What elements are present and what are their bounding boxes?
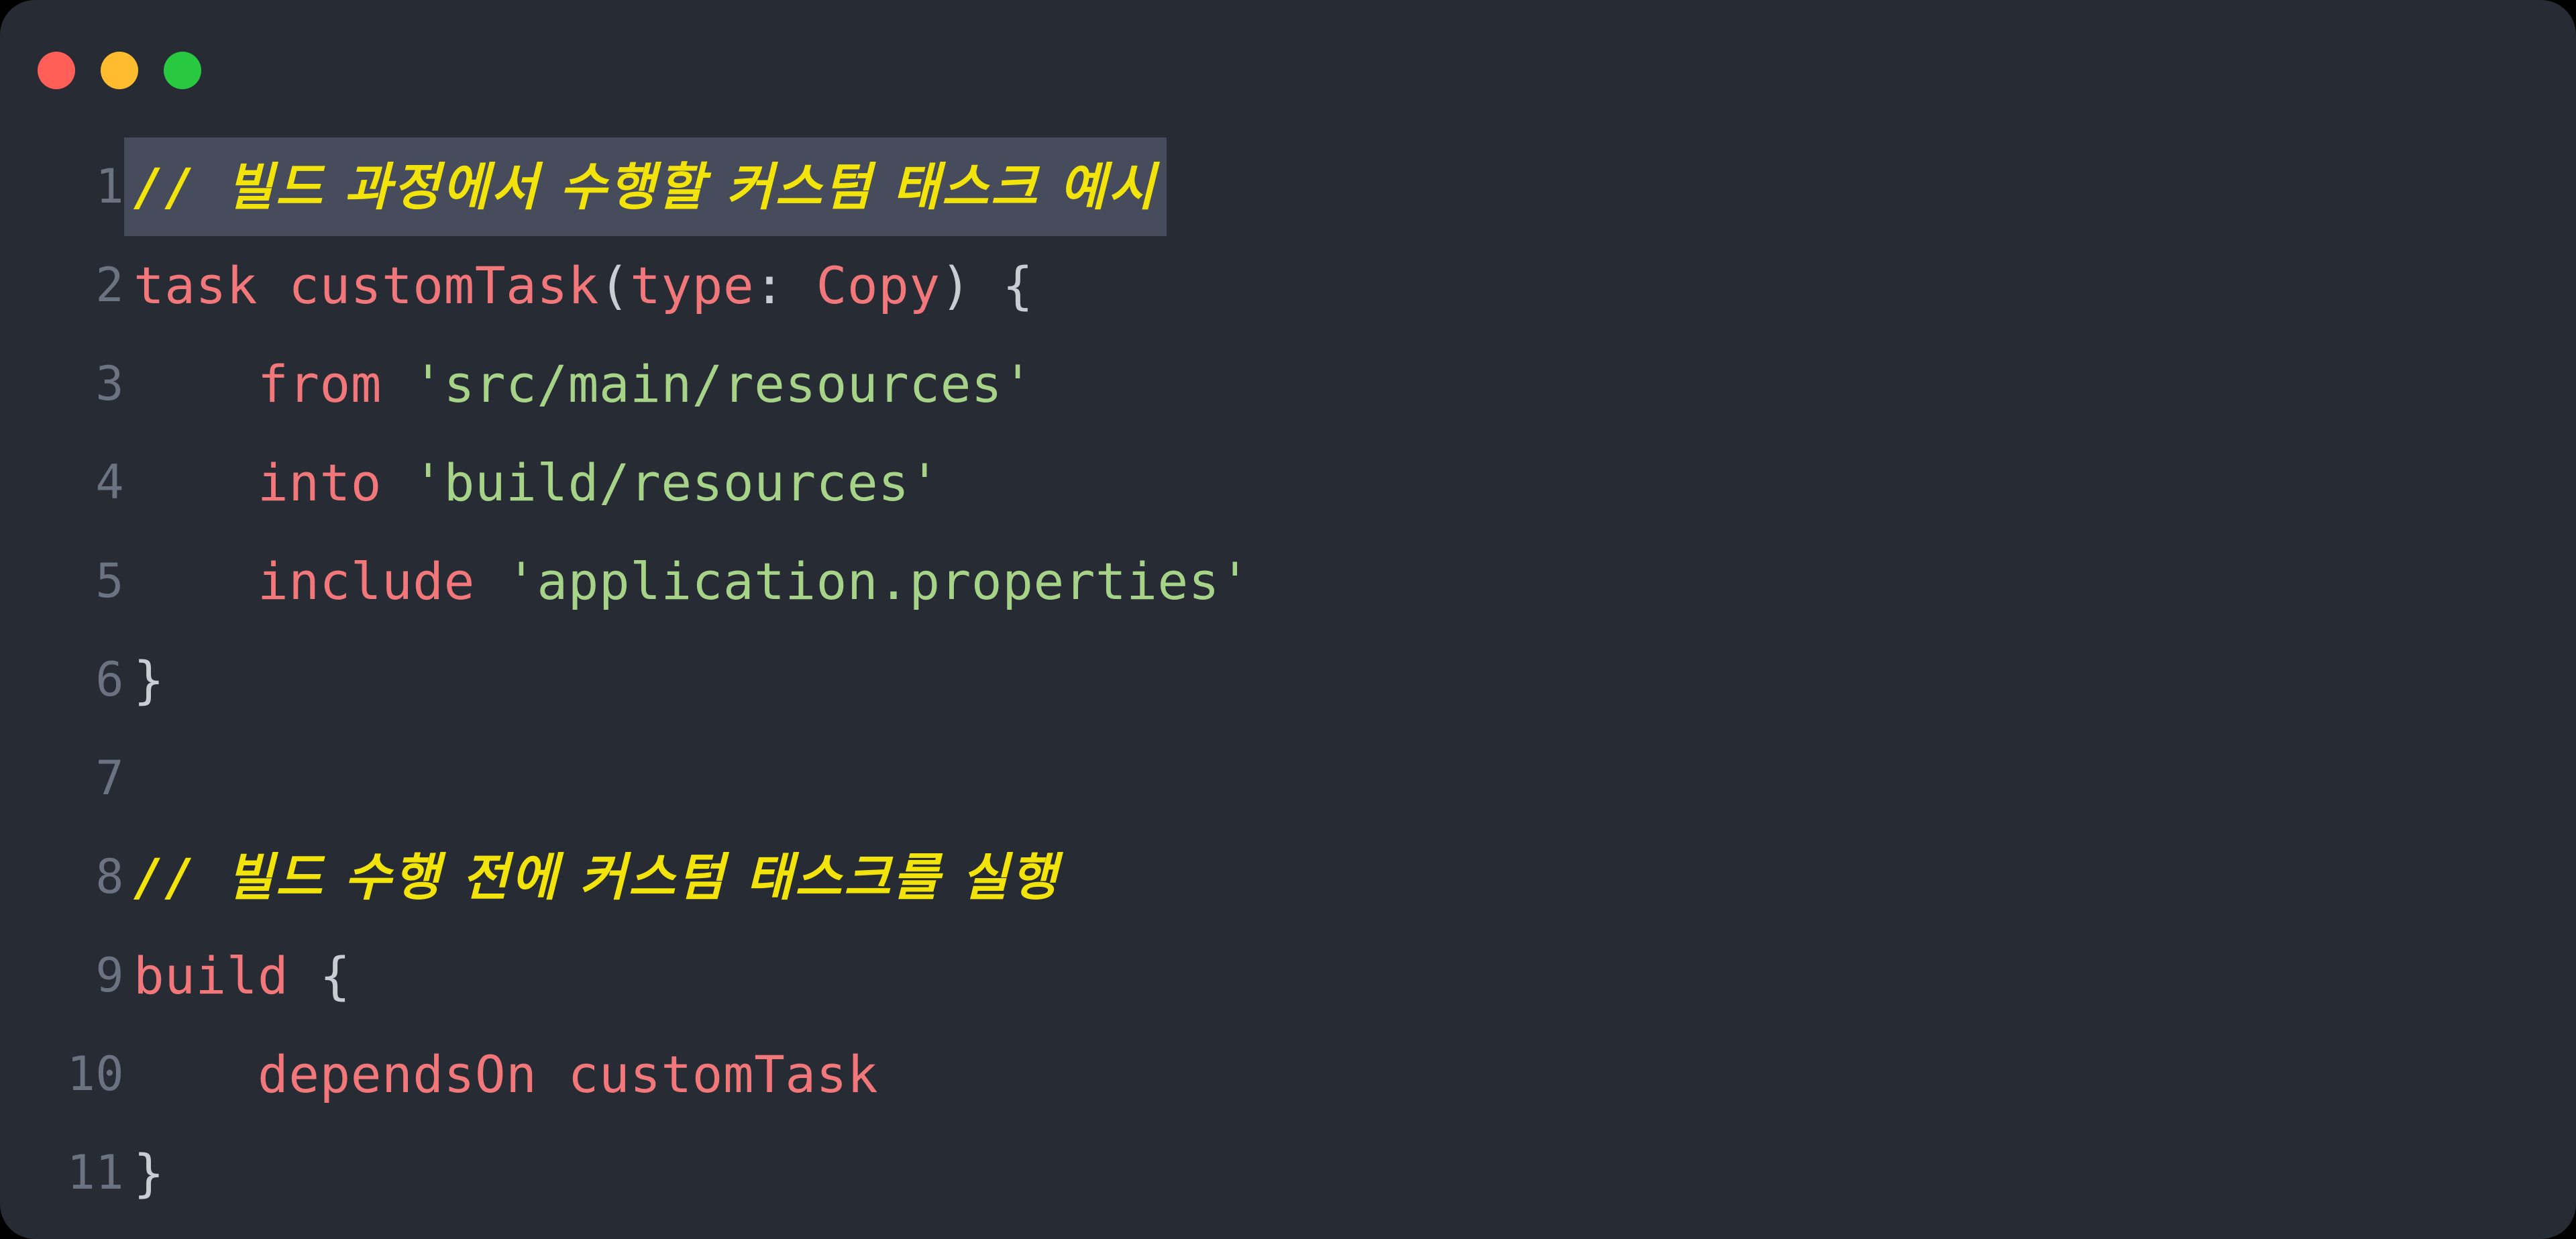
code-token-punct: ) { (940, 256, 1034, 315)
code-line[interactable]: 8// 빌드 수행 전에 커스텀 태스크를 실행 (0, 828, 2576, 926)
maximize-window-button[interactable] (164, 52, 201, 89)
code-token-punct: } (133, 650, 165, 710)
code-line-content[interactable]: } (124, 631, 164, 729)
minimize-window-button[interactable] (101, 52, 138, 89)
code-token-punct: : (754, 256, 816, 315)
code-token-punct: { (288, 946, 351, 1006)
line-number: 2 (95, 258, 124, 313)
code-token-kw: build (133, 946, 289, 1006)
code-token-kw: Copy (816, 256, 941, 315)
code-token-string: 'application.properties' (506, 551, 1251, 611)
code-token-comment-ko: 빌드 과정에서 수행할 커스텀 태스크 예시 (226, 157, 1157, 217)
code-token-punct: } (133, 1143, 165, 1203)
code-token-comment: // (133, 847, 227, 907)
line-number: 5 (95, 553, 124, 608)
code-token-kw: dependsOn customTask (258, 1044, 879, 1104)
code-line-content[interactable]: // 빌드 수행 전에 커스텀 태스크를 실행 (124, 828, 1059, 926)
line-number: 4 (95, 455, 124, 510)
line-number: 8 (95, 849, 124, 904)
line-number: 1 (95, 159, 124, 214)
line-number: 6 (95, 652, 124, 707)
code-token-kw: from (258, 354, 382, 414)
line-number: 3 (95, 356, 124, 411)
code-line[interactable]: 5 include 'application.properties' (0, 532, 2576, 631)
window-titlebar (0, 0, 2576, 134)
code-line-content[interactable]: build { (124, 926, 351, 1025)
code-line[interactable]: 10 dependsOn customTask (0, 1025, 2576, 1124)
close-window-button[interactable] (38, 52, 75, 89)
code-line-content[interactable] (124, 729, 164, 828)
code-editor-area[interactable]: 1// 빌드 과정에서 수행할 커스텀 태스크 예시 2 task customTa… (0, 138, 2576, 1222)
code-line[interactable]: 2 task customTask(type: Copy) { (0, 236, 2576, 335)
code-line[interactable]: 7 (0, 729, 2576, 828)
code-line-content[interactable]: into 'build/resources' (124, 433, 941, 532)
code-line[interactable]: 4 into 'build/resources' (0, 433, 2576, 532)
code-snippet-window: 1// 빌드 과정에서 수행할 커스텀 태스크 예시 2 task customTa… (0, 0, 2576, 1239)
code-line[interactable]: 1// 빌드 과정에서 수행할 커스텀 태스크 예시 (0, 138, 2576, 236)
line-number: 10 (66, 1046, 124, 1101)
line-number: 11 (66, 1145, 124, 1200)
code-line-content[interactable]: // 빌드 과정에서 수행할 커스텀 태스크 예시 (124, 138, 1167, 236)
code-line[interactable]: 9 build { (0, 926, 2576, 1025)
code-token-comment-ko: 빌드 수행 전에 커스텀 태스크를 실행 (226, 847, 1059, 907)
code-token-kw: include (258, 551, 475, 611)
code-token-string: 'src/main/resources' (413, 354, 1034, 414)
line-number: 9 (95, 948, 124, 1003)
code-line[interactable]: 11} (0, 1124, 2576, 1222)
code-token-string: 'build/resources' (413, 453, 941, 513)
code-line[interactable]: 3 from 'src/main/resources' (0, 335, 2576, 433)
code-token-punct: ( (598, 256, 631, 315)
code-line-content[interactable]: dependsOn customTask (124, 1025, 878, 1124)
code-line-content[interactable]: } (124, 1124, 164, 1222)
line-number: 7 (95, 751, 124, 806)
code-line-content[interactable]: include 'application.properties' (124, 532, 1250, 631)
code-line-content[interactable]: from 'src/main/resources' (124, 335, 1033, 433)
code-line[interactable]: 6} (0, 631, 2576, 729)
code-token-kw: task customTask (133, 256, 599, 315)
code-token-kw: type (630, 256, 755, 315)
code-token-kw: into (258, 453, 382, 513)
code-token-comment: // (133, 157, 227, 217)
code-line-content[interactable]: task customTask(type: Copy) { (124, 236, 1033, 335)
